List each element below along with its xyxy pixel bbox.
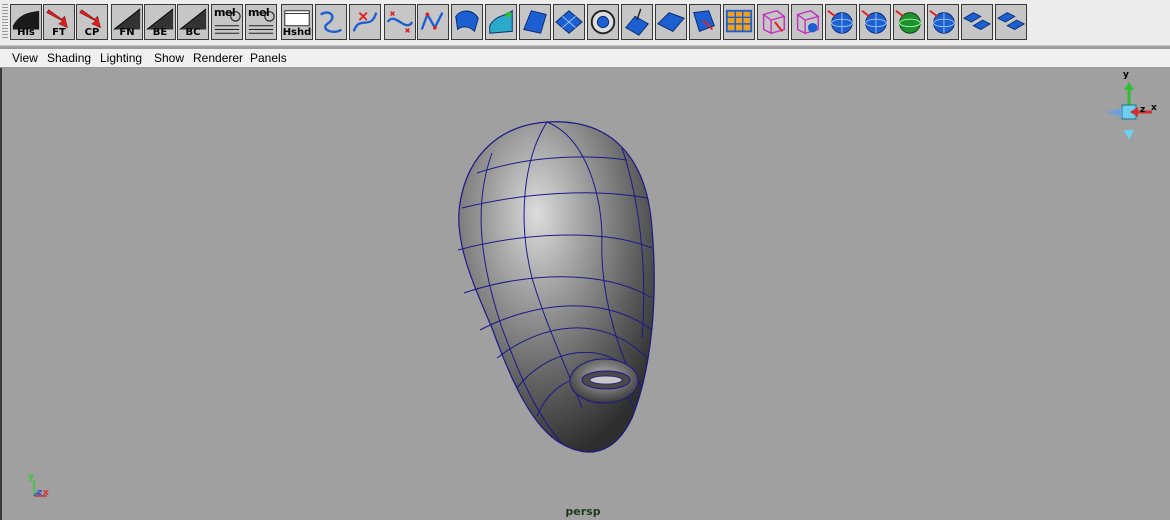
curve-scissors-icon xyxy=(352,11,378,32)
plane-stack-icon xyxy=(996,12,1026,31)
surface-tool-3[interactable] xyxy=(519,4,551,40)
surface-tool-5[interactable] xyxy=(587,4,619,40)
origin-z-label: z xyxy=(37,488,43,498)
curve-edit-icon xyxy=(386,11,414,33)
tool-label: His xyxy=(17,27,35,38)
curve-tool-2[interactable] xyxy=(349,4,381,40)
menu-renderer[interactable]: Renderer xyxy=(193,51,243,65)
shelf-toolbar: His FT CP FN BE BC mel mel Hshd xyxy=(0,0,1170,46)
panel-menubar: View Shading Lighting Show Renderer Pane… xyxy=(0,48,1170,68)
curve-icon xyxy=(320,11,343,33)
sphere-tool-3[interactable] xyxy=(893,4,925,40)
surface-tool-8[interactable] xyxy=(689,4,721,40)
curve-tool-3[interactable] xyxy=(384,4,416,40)
surface-tool-2[interactable] xyxy=(485,4,517,40)
plane-tool-1[interactable] xyxy=(961,4,993,40)
menu-show[interactable]: Show xyxy=(154,51,184,65)
head-model[interactable] xyxy=(457,121,655,453)
bevel-edge-tool[interactable]: BE xyxy=(144,4,176,40)
history-tool[interactable]: His xyxy=(10,4,42,40)
surface-loft-icon xyxy=(489,9,513,34)
surface-tool-7[interactable] xyxy=(655,4,687,40)
cube-sculpt-icon xyxy=(796,9,820,35)
plane-stack-icon xyxy=(962,12,992,31)
scene-canvas[interactable] xyxy=(2,68,1170,520)
surface-circle-icon xyxy=(590,9,616,35)
surface-patch-icon xyxy=(555,10,583,34)
surface-bevel-icon xyxy=(657,12,685,32)
tool-label: FN xyxy=(119,27,135,38)
perspective-viewport[interactable] xyxy=(0,68,1170,520)
surface-revolve-icon xyxy=(455,10,479,33)
hypershade-tool[interactable]: Hshd xyxy=(281,4,313,40)
surface-trim-icon xyxy=(693,10,715,32)
menu-shading[interactable]: Shading xyxy=(47,51,91,65)
view-cube-y-label: y xyxy=(1123,70,1129,80)
center-pivot-tool[interactable]: CP xyxy=(76,4,108,40)
origin-y-label: y xyxy=(28,472,34,482)
freeze-normals-tool[interactable]: FN xyxy=(111,4,143,40)
surface-tool-11[interactable] xyxy=(791,4,823,40)
tool-label: BC xyxy=(185,27,201,38)
tool-label: CP xyxy=(84,27,100,38)
sphere-icon xyxy=(929,10,955,34)
camera-name-label: persp xyxy=(565,505,601,518)
view-cube-x-label: x xyxy=(1151,103,1157,113)
shelf-grip-handle[interactable] xyxy=(2,4,8,40)
mel-script-2-tool[interactable]: mel xyxy=(245,4,277,40)
bc-tool[interactable]: BC xyxy=(177,4,209,40)
surface-tool-9[interactable] xyxy=(723,4,755,40)
head-surface xyxy=(458,121,655,453)
surface-grid-icon xyxy=(725,9,753,33)
curve-tool-4[interactable] xyxy=(417,4,449,40)
menu-panels[interactable]: Panels xyxy=(250,51,287,65)
surface-tool-4[interactable] xyxy=(553,4,585,40)
plane-tool-2[interactable] xyxy=(995,4,1027,40)
surface-tool-6[interactable] xyxy=(621,4,653,40)
mel-script-1-tool[interactable]: mel xyxy=(211,4,243,40)
sphere-tool-4[interactable] xyxy=(927,4,959,40)
sphere-icon xyxy=(827,10,853,34)
surface-project-icon xyxy=(625,8,649,36)
view-cube-z-label: z xyxy=(1140,105,1146,115)
freeze-transforms-tool[interactable]: FT xyxy=(43,4,75,40)
surface-planar-icon xyxy=(523,10,547,34)
curve-points-icon xyxy=(420,11,444,31)
tool-label: BE xyxy=(152,27,168,38)
tool-label: FT xyxy=(52,27,66,38)
tool-label: Hshd xyxy=(282,27,312,38)
surface-tool-1[interactable] xyxy=(451,4,483,40)
origin-x-label: x xyxy=(43,488,49,498)
sphere-green-icon xyxy=(895,10,921,34)
menu-lighting[interactable]: Lighting xyxy=(100,51,142,65)
surface-tool-10[interactable] xyxy=(757,4,789,40)
tool-label: mel xyxy=(214,6,236,19)
sphere-tool-2[interactable] xyxy=(859,4,891,40)
sphere-icon xyxy=(861,10,887,34)
sphere-tool-1[interactable] xyxy=(825,4,857,40)
curve-tool-1[interactable] xyxy=(315,4,347,40)
tool-label: mel xyxy=(248,6,270,19)
cube-lattice-icon xyxy=(762,9,786,35)
menu-view[interactable]: View xyxy=(12,51,38,65)
